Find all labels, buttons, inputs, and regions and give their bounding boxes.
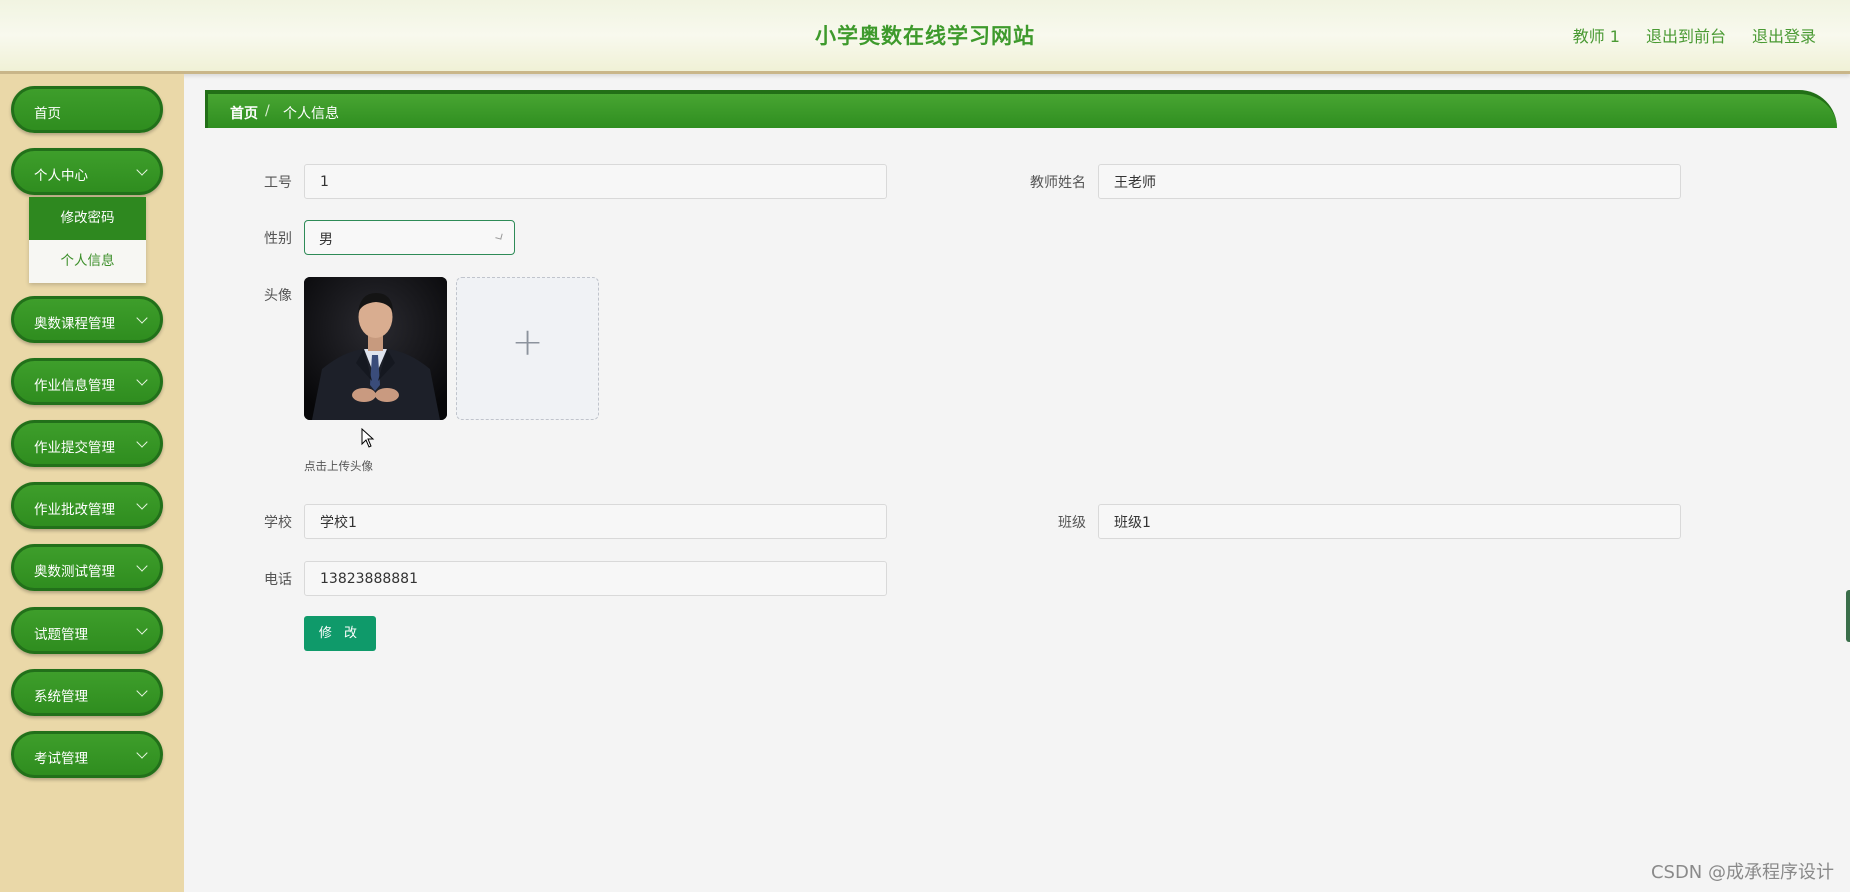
phone-label: 电话 [264, 572, 292, 588]
current-user-link[interactable]: 教师 1 [1573, 23, 1620, 47]
phone-field[interactable] [304, 561, 887, 596]
plus-icon: + [511, 320, 544, 364]
teacher-name-label: 教师姓名 [1030, 175, 1086, 191]
sidebar-item-label: 首页 [34, 106, 61, 122]
submenu-item-personal-info[interactable]: 个人信息 [29, 240, 146, 283]
sidebar-item-homework-submit[interactable]: 作业提交管理 [11, 420, 163, 467]
back-to-frontend-link[interactable]: 退出到前台 [1646, 23, 1726, 47]
chevron-down-icon [136, 685, 148, 697]
chevron-down-icon [136, 312, 148, 324]
scrollbar[interactable] [1846, 590, 1850, 642]
sidebar-item-label: 奥数课程管理 [34, 316, 115, 332]
school-label: 学校 [264, 515, 292, 531]
employee-id-label: 工号 [264, 175, 292, 191]
submenu-item-change-password[interactable]: 修改密码 [29, 197, 146, 240]
gender-label: 性别 [264, 231, 292, 247]
gender-select-value: 男 [319, 232, 333, 248]
header-links: 教师 1 退出到前台 退出登录 [1573, 23, 1816, 47]
sidebar-item-question-management[interactable]: 试题管理 [11, 607, 163, 654]
chevron-down-icon [136, 623, 148, 635]
breadcrumb: 首页 / 个人信息 [205, 90, 1837, 128]
sidebar-item-homework-grading[interactable]: 作业批改管理 [11, 482, 163, 529]
chevron-down-icon [136, 498, 148, 510]
class-field[interactable] [1098, 504, 1681, 539]
sidebar-item-exam-management[interactable]: 考试管理 [11, 731, 163, 778]
sidebar-item-label: 作业批改管理 [34, 502, 115, 518]
sidebar-item-test-management[interactable]: 奥数测试管理 [11, 544, 163, 591]
avatar-portrait-icon [304, 277, 447, 420]
sidebar-item-course-management[interactable]: 奥数课程管理 [11, 296, 163, 343]
avatar-label: 头像 [264, 288, 292, 304]
teacher-name-field[interactable] [1098, 164, 1681, 199]
breadcrumb-separator: / [265, 103, 270, 119]
chevron-down-icon [136, 436, 148, 448]
update-button[interactable]: 修 改 [304, 616, 376, 651]
sidebar-item-label: 试题管理 [34, 627, 88, 643]
watermark: CSDN @成承程序设计 [1650, 862, 1834, 883]
chevron-down-icon [136, 164, 148, 176]
sidebar-item-label: 作业提交管理 [34, 440, 115, 456]
gender-select[interactable]: 男 [304, 220, 515, 255]
chevron-down-icon [136, 747, 148, 759]
school-field[interactable] [304, 504, 887, 539]
sidebar-item-system-management[interactable]: 系统管理 [11, 669, 163, 716]
sidebar-item-home[interactable]: 首页 [11, 86, 163, 133]
breadcrumb-current: 个人信息 [283, 106, 339, 122]
sidebar-item-homework-info[interactable]: 作业信息管理 [11, 358, 163, 405]
logout-link[interactable]: 退出登录 [1752, 23, 1816, 47]
sidebar-item-label: 系统管理 [34, 689, 88, 705]
sidebar-item-personal-center[interactable]: 个人中心 [11, 148, 163, 195]
sidebar-item-label: 作业信息管理 [34, 378, 115, 394]
sidebar-item-label: 奥数测试管理 [34, 564, 115, 580]
sidebar-item-label: 考试管理 [34, 751, 88, 767]
avatar-image[interactable] [304, 277, 447, 420]
chevron-down-icon [136, 374, 148, 386]
employee-id-field[interactable] [304, 164, 887, 199]
chevron-down-icon [495, 232, 503, 240]
class-label: 班级 [1058, 515, 1086, 531]
breadcrumb-home[interactable]: 首页 [230, 103, 258, 123]
chevron-down-icon [136, 560, 148, 572]
mouse-pointer-icon [361, 428, 375, 448]
avatar-upload-tip: 点击上传头像 [304, 459, 373, 473]
avatar-upload-button[interactable]: + [456, 277, 599, 420]
top-header: 小学奥数在线学习网站 教师 1 退出到前台 退出登录 [0, 0, 1850, 74]
sidebar-item-label: 个人中心 [34, 168, 88, 184]
personal-center-submenu: 修改密码 个人信息 [29, 197, 146, 283]
